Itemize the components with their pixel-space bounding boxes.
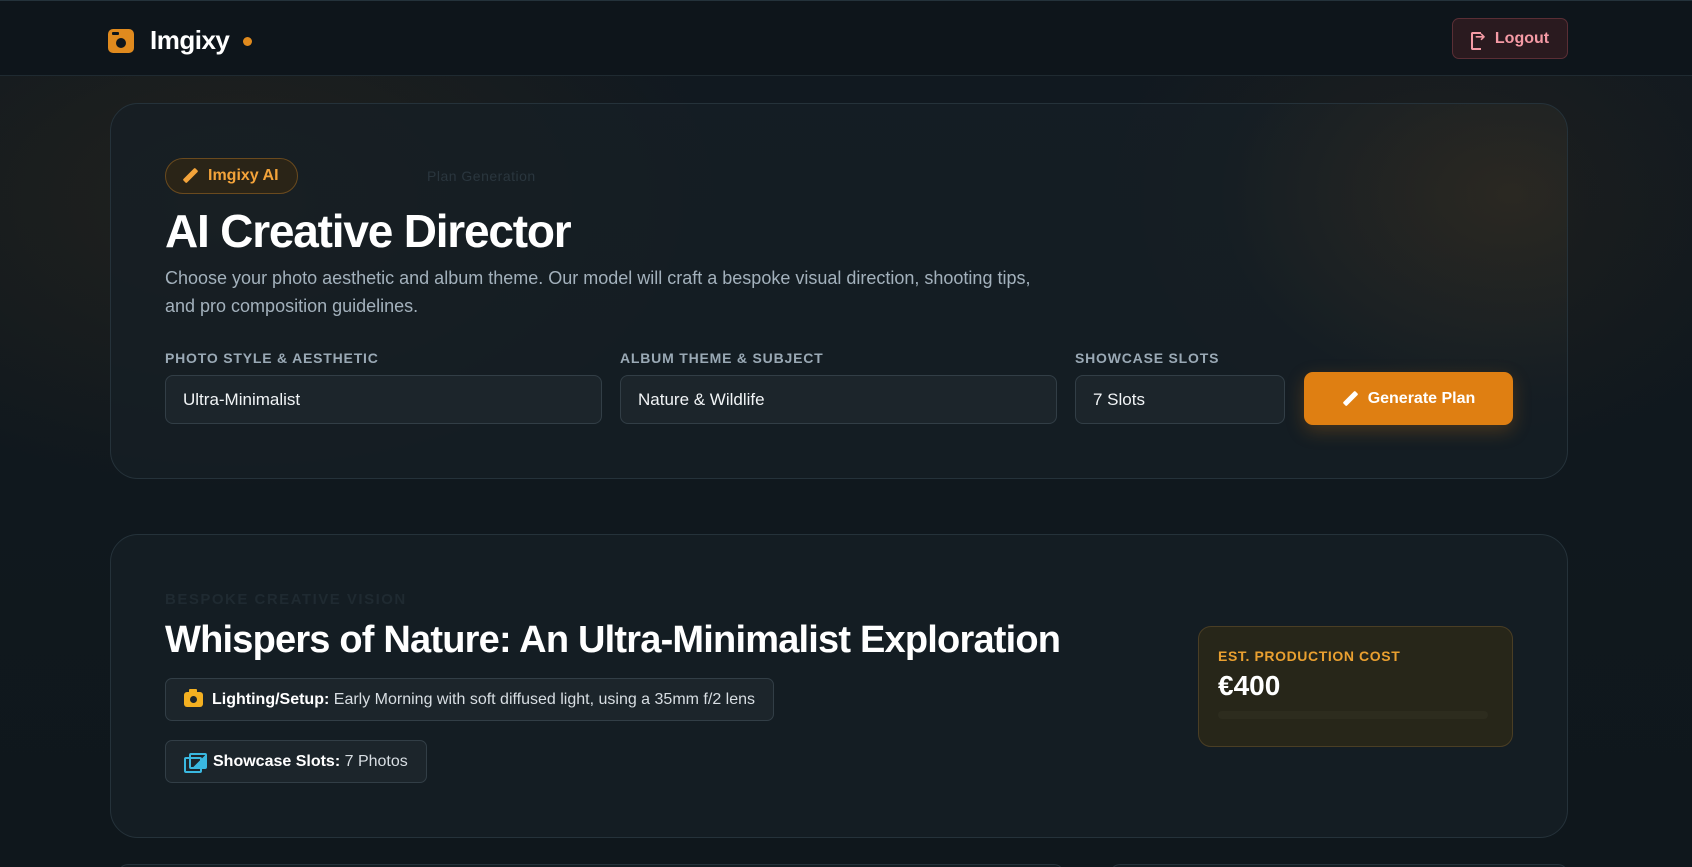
page-title: AI Creative Director: [165, 205, 572, 257]
ai-badge: Imgixy AI: [165, 158, 298, 194]
style-select[interactable]: Ultra-Minimalist: [165, 375, 602, 424]
logout-label: Logout: [1494, 29, 1550, 47]
showcase-slots-label: Showcase Slots:: [213, 752, 341, 770]
logout-icon: [1470, 29, 1487, 50]
ai-badge-label: Imgixy AI: [208, 167, 279, 184]
generate-plan-label: Generate Plan: [1367, 389, 1476, 407]
page-description: Choose your photo aesthetic and album th…: [165, 268, 1031, 316]
badge-subtext: Plan Generation: [427, 168, 536, 184]
pencil-icon: [182, 168, 198, 184]
brand-name: Imgixy: [150, 25, 230, 55]
brand[interactable]: Imgixy: [108, 25, 253, 56]
slots-select[interactable]: 7 Slots: [1075, 375, 1285, 424]
showcase-slots-chip: Showcase Slots: 7 Photos: [165, 740, 427, 783]
pencil-icon: [1342, 391, 1358, 407]
top-bar: Imgixy Logout: [0, 0, 1692, 76]
cost-label: EST. PRODUCTION COST: [1218, 648, 1401, 664]
plan-title: Whispers of Nature: An Ultra-Minimalist …: [165, 619, 1061, 661]
logout-button[interactable]: Logout: [1452, 18, 1568, 59]
creative-director-card: Imgixy AI Plan Generation AI Creative Di…: [110, 103, 1568, 479]
production-cost-box: EST. PRODUCTION COST €400: [1198, 626, 1513, 747]
status-dot: [243, 37, 253, 46]
lighting-label: Lighting/Setup:: [212, 690, 330, 708]
lighting-chip: Lighting/Setup: Early Morning with soft …: [165, 678, 775, 721]
slots-field-label: SHOWCASE SLOTS: [1075, 350, 1220, 366]
plan-result-card: BESPOKE CREATIVE VISION Whispers of Natu…: [110, 534, 1568, 838]
showcase-slots-value: 7 Photos: [344, 752, 408, 770]
cost-faded-line: [1218, 711, 1488, 719]
images-icon: [184, 753, 207, 773]
lighting-value: Early Morning with soft diffused light, …: [333, 690, 756, 708]
generate-plan-button[interactable]: Generate Plan: [1304, 372, 1513, 425]
camera-box-icon: [108, 28, 134, 53]
camera-icon: [184, 689, 203, 707]
theme-field-label: ALBUM THEME & SUBJECT: [620, 350, 824, 366]
theme-select[interactable]: Nature & Wildlife: [620, 375, 1057, 424]
plan-kicker: BESPOKE CREATIVE VISION: [165, 591, 407, 608]
style-field-label: PHOTO STYLE & AESTHETIC: [165, 350, 379, 366]
cost-value: €400: [1218, 670, 1281, 701]
